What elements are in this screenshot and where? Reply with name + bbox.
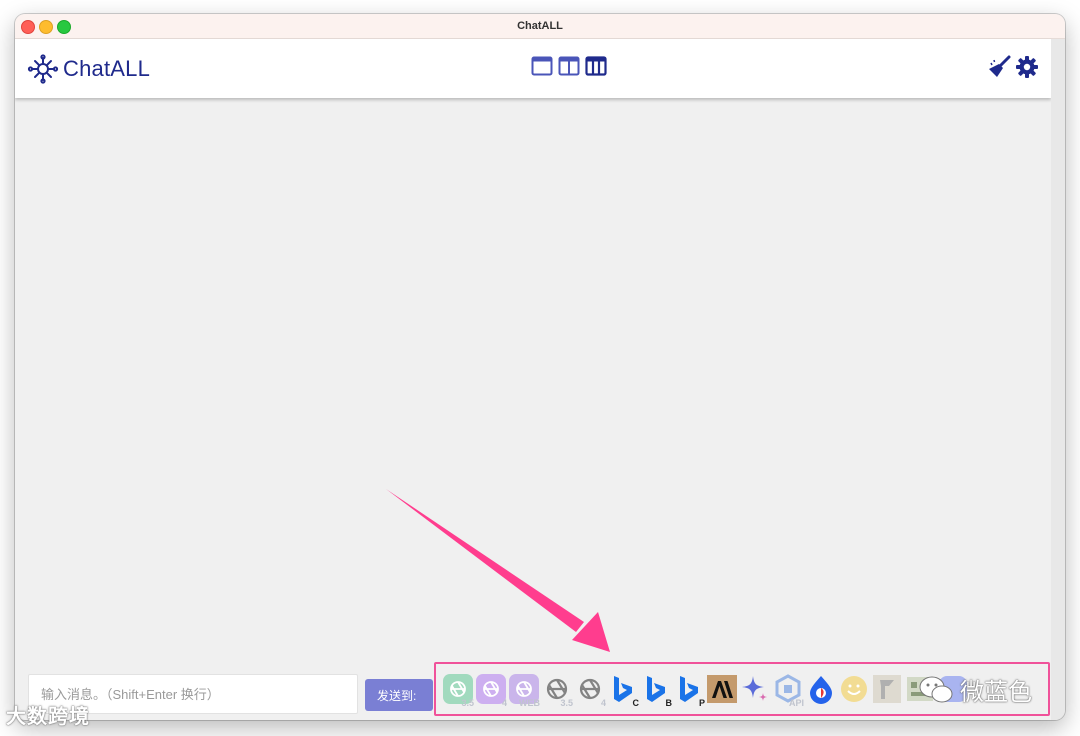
bot-smiley[interactable] xyxy=(838,673,870,705)
bot-badge: 4 xyxy=(501,698,507,708)
app-window: ChatALL ChatALL 输入消息。（Shift+Enter 换行） 发送… xyxy=(15,14,1065,720)
app-logo: ChatALL xyxy=(27,54,150,84)
bot-chatgpt-4[interactable]: 4 xyxy=(475,673,507,708)
bot-badge: WEB xyxy=(519,698,540,708)
anthropic-icon xyxy=(707,675,737,703)
bot-bing-creative[interactable]: C xyxy=(607,673,640,708)
title-bar: ChatALL xyxy=(15,14,1065,39)
close-window-button[interactable] xyxy=(21,20,35,34)
watermark-left: 大数跨境 xyxy=(6,700,90,729)
single-column-layout-icon[interactable] xyxy=(531,56,553,76)
vertical-scrollbar[interactable] xyxy=(1051,39,1065,720)
bot-badge: API xyxy=(788,698,804,708)
bot-chatglm[interactable] xyxy=(871,673,903,705)
watermark-left-text: 大数跨境 xyxy=(6,706,90,728)
header-actions xyxy=(987,55,1039,79)
bot-openai-4[interactable]: 4 xyxy=(574,673,606,708)
zoom-window-button[interactable] xyxy=(57,20,71,34)
smiley-icon xyxy=(841,676,867,702)
app-logo-text: ChatALL xyxy=(63,56,151,81)
column-layout-switcher xyxy=(531,56,607,76)
bot-bing-precise[interactable]: P xyxy=(673,673,705,708)
bot-badge: 3.5 xyxy=(461,698,474,708)
ernie-icon xyxy=(810,676,832,704)
bot-badge: 4 xyxy=(600,698,606,708)
bot-badge: P xyxy=(698,698,705,708)
chat-columns-area xyxy=(15,100,1051,660)
bot-bard[interactable] xyxy=(739,673,771,705)
watermark-right: 微蓝色 xyxy=(918,672,1032,707)
window-title: ChatALL xyxy=(517,20,563,32)
watermark-right-text: 微蓝色 xyxy=(960,679,1032,706)
send-to-button[interactable]: 发送到: xyxy=(365,679,433,711)
bot-ernie[interactable] xyxy=(805,673,837,705)
settings-gear-icon[interactable] xyxy=(1015,55,1039,79)
bard-icon xyxy=(742,676,767,701)
app-header: ChatALL xyxy=(15,39,1051,98)
minimize-window-button[interactable] xyxy=(39,20,53,34)
chatall-logo-icon xyxy=(27,54,59,84)
two-column-layout-icon[interactable] xyxy=(558,56,580,76)
bot-badge: 3.5 xyxy=(560,698,573,708)
bot-llama-api[interactable]: API xyxy=(772,673,804,708)
bot-bing-balanced[interactable]: B xyxy=(640,673,673,708)
bot-badge: B xyxy=(665,698,673,708)
chatglm-icon xyxy=(873,675,901,703)
bot-chatgpt-web[interactable]: WEB xyxy=(508,673,540,708)
message-footer: 发送到: 3.5 4 WEB xyxy=(15,662,1051,720)
wechat-icon xyxy=(919,676,953,702)
bot-badge: C xyxy=(632,698,640,708)
bot-openai-35[interactable]: 3.5 xyxy=(541,673,573,708)
three-column-layout-icon[interactable] xyxy=(585,56,607,76)
bot-chatgpt-35[interactable]: 3.5 xyxy=(442,673,474,708)
bot-claude[interactable] xyxy=(706,673,738,705)
clear-history-icon[interactable] xyxy=(987,55,1011,79)
